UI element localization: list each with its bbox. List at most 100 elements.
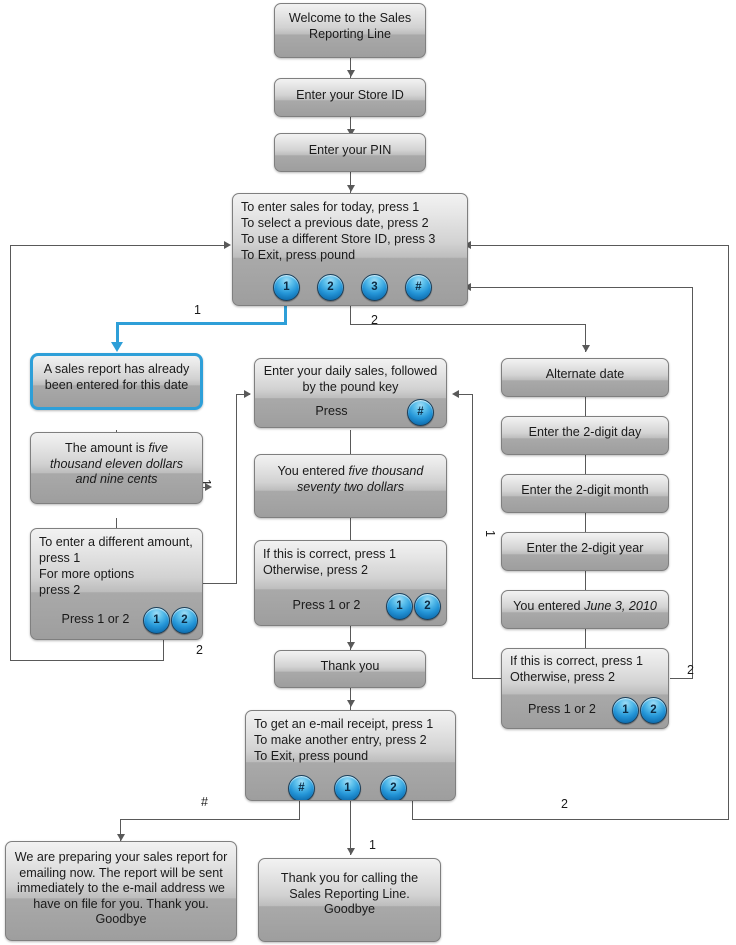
arrowhead-goodbye (347, 848, 355, 855)
connector-date1-v (472, 394, 473, 679)
connector-pound-h (120, 819, 300, 820)
enter-sales-key-pound[interactable]: # (407, 399, 434, 426)
arrowhead-thank-you (347, 642, 355, 649)
connector-diff2-h2 (10, 245, 228, 246)
different-amount-key-1[interactable]: 1 (143, 607, 170, 634)
confirm-date-line-2: Otherwise, press 2 (510, 670, 615, 684)
edge-label-diff-amount-2: 2 (196, 643, 203, 657)
node-amount-is-prefix: The amount is (65, 441, 149, 455)
you-entered-date-prefix: You entered (513, 599, 585, 613)
connector-sales-entered (350, 430, 351, 454)
key-3-button[interactable]: 3 (361, 274, 388, 301)
confirm-date-key-1[interactable]: 1 (612, 697, 639, 724)
end-menu-key-1[interactable]: 1 (334, 775, 361, 800)
node-thank-you[interactable]: Thank you (274, 650, 426, 688)
connector-date2-v (692, 287, 693, 679)
node-enter-day[interactable]: Enter the 2-digit day (501, 416, 669, 455)
arrowhead-store (347, 70, 355, 77)
connector-month-year (585, 513, 586, 532)
you-entered-date-value: June 3, 2010 (584, 599, 657, 613)
edge-label-menu-1: 1 (194, 303, 201, 317)
node-welcome[interactable]: Welcome to the Sales Reporting Line (274, 3, 426, 58)
you-entered-amount-prefix: You entered (277, 464, 349, 478)
node-amount-is[interactable]: The amount is five thousand eleven dolla… (30, 432, 203, 504)
connector-entered-confirmdate (585, 629, 586, 648)
node-end-menu[interactable]: To get an e-mail receipt, press 1 To mak… (245, 710, 456, 801)
end-menu-line-1: To get an e-mail receipt, press 1 (254, 717, 434, 731)
node-different-amount[interactable]: To enter a different amount, press 1 For… (30, 528, 203, 640)
node-goodbye-text: Thank you for calling the Sales Reportin… (280, 871, 419, 916)
connector-end1-v (350, 801, 351, 855)
connector-diff1-v (236, 394, 237, 584)
connector-diff2-v1 (163, 640, 164, 661)
node-enter-month[interactable]: Enter the 2-digit month (501, 474, 669, 513)
connector-day-month (585, 455, 586, 474)
node-enter-store-id-text: Enter your Store ID (296, 88, 404, 102)
main-menu-line-3: To use a different Store ID, press 3 (241, 232, 436, 246)
node-enter-year-text: Enter the 2-digit year (526, 541, 644, 555)
connector-date2-h1 (670, 678, 692, 679)
confirm-date-key-2[interactable]: 2 (640, 697, 667, 724)
key-pound-button[interactable]: # (405, 274, 432, 301)
node-enter-year[interactable]: Enter the 2-digit year (501, 532, 669, 571)
node-you-entered-date[interactable]: You entered June 3, 2010 (501, 590, 669, 629)
enter-sales-line-1: Enter your daily sales, followed by the … (263, 364, 438, 394)
connector-date1-h1 (472, 678, 502, 679)
connector-date2-h2 (470, 287, 693, 288)
arrowhead-alternate-date (582, 345, 590, 352)
edge-label-date-back-1: 1 (483, 530, 497, 537)
node-alternate-date-text: Alternate date (545, 367, 625, 381)
node-enter-pin[interactable]: Enter your PIN (274, 133, 426, 172)
different-amount-key-2[interactable]: 2 (171, 607, 198, 634)
flowchart-canvas: 1 2 1 2 1 2 # 1 2 Welcome to the Sales R… (0, 0, 736, 945)
node-confirm-amount[interactable]: If this is correct, press 1 Otherwise, p… (254, 540, 447, 626)
arrowhead-enter-sales-left (244, 390, 251, 398)
connector-pound-v1 (299, 801, 300, 820)
arrowhead-menu (347, 185, 355, 192)
end-menu-key-2[interactable]: 2 (380, 775, 407, 800)
node-already-entered-text: A sales report has already been entered … (43, 362, 190, 392)
connector-year-entered (585, 571, 586, 590)
edge-label-end-2: 2 (561, 797, 568, 811)
node-emailing-text: We are preparing your sales report for e… (14, 850, 228, 926)
key-1-button[interactable]: 1 (273, 274, 300, 301)
connector-diff2-v2 (10, 245, 11, 661)
node-enter-store-id[interactable]: Enter your Store ID (274, 78, 426, 117)
edge-label-end-pound: # (201, 795, 208, 809)
arrowhead-end-menu (347, 700, 355, 707)
node-enter-month-text: Enter the 2-digit month (521, 483, 649, 497)
node-confirm-date[interactable]: If this is correct, press 1 Otherwise, p… (501, 648, 669, 729)
edge-label-end-1: 1 (369, 838, 376, 852)
node-alternate-date[interactable]: Alternate date (501, 358, 669, 397)
node-enter-pin-text: Enter your PIN (308, 143, 392, 157)
connector-menu1-h (116, 322, 287, 325)
key-2-button[interactable]: 2 (317, 274, 344, 301)
end-menu-line-3: To Exit, press pound (254, 749, 369, 763)
connector-date1-h2 (459, 394, 473, 395)
node-enter-day-text: Enter the 2-digit day (528, 425, 642, 439)
connector-menu2-h (350, 324, 586, 325)
node-you-entered-amount[interactable]: You entered five thousand seventy two do… (254, 454, 447, 518)
different-amount-line-3: press 2 (39, 583, 81, 597)
node-enter-sales[interactable]: Enter your daily sales, followed by the … (254, 358, 447, 428)
node-welcome-text: Welcome to the Sales Reporting Line (288, 11, 412, 41)
node-main-menu[interactable]: To enter sales for today, press 1 To sel… (232, 193, 468, 306)
arrowhead-menu-left (224, 241, 231, 249)
node-already-entered[interactable]: A sales report has already been entered … (30, 353, 203, 410)
end-menu-key-pound[interactable]: # (288, 775, 315, 800)
main-menu-line-1: To enter sales for today, press 1 (241, 200, 420, 214)
connector-end2-h1 (412, 819, 729, 820)
confirm-date-line-1: If this is correct, press 1 (510, 654, 643, 668)
edge-label-date-confirm-2: 2 (687, 663, 694, 677)
node-emailing[interactable]: We are preparing your sales report for e… (5, 841, 237, 941)
confirm-amount-key-1[interactable]: 1 (386, 593, 413, 620)
node-goodbye[interactable]: Thank you for calling the Sales Reportin… (258, 858, 441, 942)
main-menu-line-4: To Exit, press pound (241, 248, 356, 262)
confirm-amount-line-2: Otherwise, press 2 (263, 563, 368, 577)
different-amount-line-2: For more options (39, 567, 135, 581)
connector-end2-v2 (728, 245, 729, 820)
main-menu-line-2: To select a previous date, press 2 (241, 216, 429, 230)
connector-diff1-h1 (201, 583, 237, 584)
confirm-amount-key-2[interactable]: 2 (414, 593, 441, 620)
connector-entered-confirm (350, 518, 351, 540)
